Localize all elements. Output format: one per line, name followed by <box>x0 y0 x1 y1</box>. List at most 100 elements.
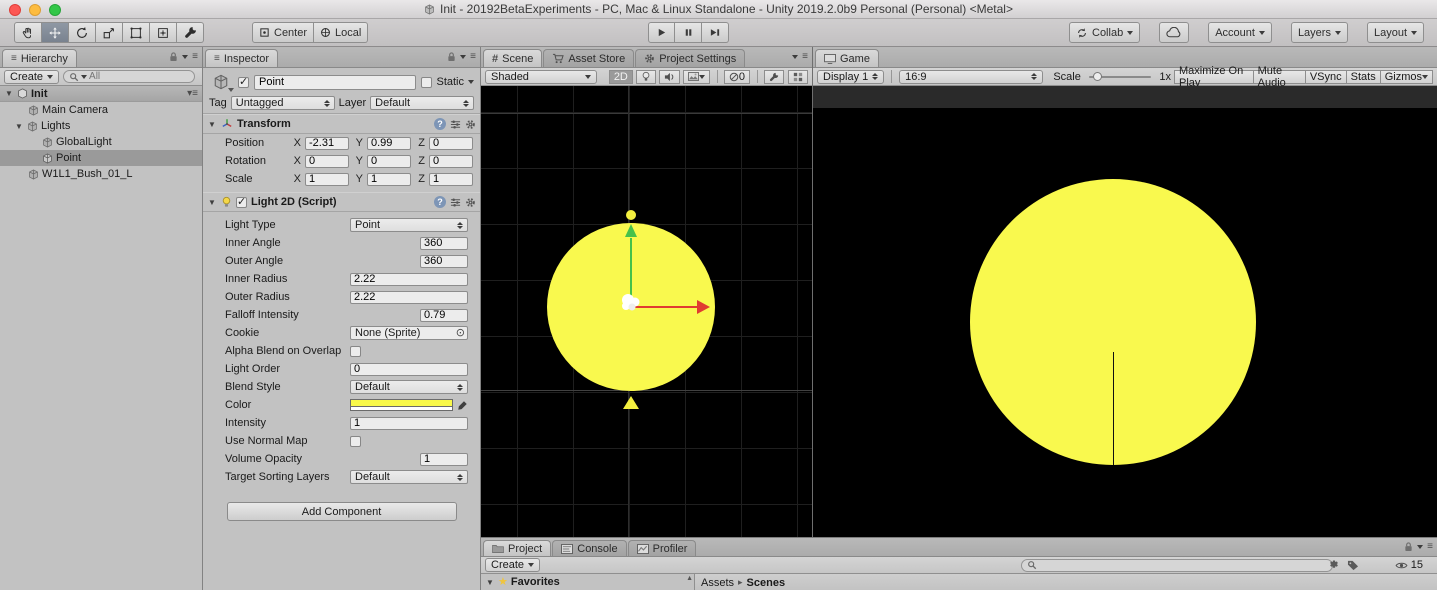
static-checkbox[interactable] <box>421 76 433 88</box>
scene-visibility-toggle[interactable]: 0 <box>723 69 750 84</box>
close-window-button[interactable] <box>9 4 21 16</box>
gear-icon[interactable] <box>465 197 476 208</box>
outer-angle-field[interactable] <box>420 254 468 268</box>
breadcrumb-scenes[interactable]: Scenes <box>747 577 786 589</box>
pivot-center-button[interactable]: Center <box>252 22 315 43</box>
gameobject-icon-large[interactable] <box>209 72 234 92</box>
hand-tool-button[interactable] <box>14 22 42 43</box>
light-outer-radius-handle[interactable] <box>623 396 639 409</box>
hierarchy-item-point[interactable]: Point <box>0 150 202 166</box>
lock-icon[interactable] <box>169 52 178 62</box>
static-dropdown[interactable]: Static <box>421 76 474 88</box>
rect-tool-button[interactable] <box>123 22 150 43</box>
favorites-row[interactable]: ▼ ★ Favorites <box>481 574 694 590</box>
cloud-button[interactable] <box>1159 22 1190 43</box>
lock-icon[interactable] <box>447 52 456 62</box>
cookie-object-field[interactable]: None (Sprite) ⊙ <box>350 326 468 340</box>
volume-opacity-field[interactable] <box>420 452 468 466</box>
minimize-window-button[interactable] <box>29 4 41 16</box>
mute-audio-button[interactable]: Mute Audio <box>1252 65 1306 89</box>
aspect-ratio-dropdown[interactable]: 16:9 <box>899 69 1044 84</box>
transform-foldout-icon[interactable]: ▼ <box>207 120 217 129</box>
use-normal-map-checkbox[interactable] <box>350 435 361 447</box>
position-z-field[interactable] <box>429 136 473 150</box>
scene-audio-toggle[interactable] <box>658 69 680 84</box>
outer-radius-field[interactable] <box>350 290 468 304</box>
2d-toggle-button[interactable]: 2D <box>608 69 633 84</box>
tab-scene[interactable]: # Scene <box>483 49 543 67</box>
scene-viewport[interactable] <box>481 86 812 537</box>
transform-tool-button[interactable] <box>150 22 177 43</box>
layout-dropdown[interactable]: Layout <box>1366 22 1424 43</box>
help-icon[interactable]: ? <box>434 118 446 130</box>
light-radius-handle[interactable] <box>626 210 636 220</box>
search-by-label-icon[interactable] <box>1347 560 1359 571</box>
favorites-foldout-icon[interactable]: ▼ <box>485 578 495 587</box>
display-dropdown[interactable]: Display 1 <box>817 69 885 84</box>
alpha-blend-checkbox[interactable] <box>350 345 361 357</box>
light-gizmo-sprite-icon[interactable] <box>618 291 644 315</box>
gear-icon[interactable] <box>465 119 476 130</box>
move-gizmo-y-arrow-icon[interactable] <box>625 224 637 237</box>
scene-gizmos-button[interactable] <box>788 69 808 84</box>
hidden-packages-toggle[interactable]: 15 <box>1395 559 1423 571</box>
pivot-local-button[interactable]: Local <box>314 22 369 43</box>
panel-menu-icon[interactable]: ≡ <box>802 52 808 62</box>
hierarchy-create-button[interactable]: Create <box>4 69 60 84</box>
object-picker-icon[interactable]: ⊙ <box>456 327 465 339</box>
light2d-header[interactable]: ▼ Light 2D (Script) ? <box>203 192 480 212</box>
light-order-field[interactable] <box>350 362 468 376</box>
hierarchy-search-input[interactable] <box>89 71 189 82</box>
tab-console[interactable]: Console <box>552 540 627 556</box>
panel-menu-caret-icon[interactable] <box>460 55 467 59</box>
lock-icon[interactable] <box>1404 542 1413 552</box>
intensity-field[interactable] <box>350 416 468 430</box>
move-gizmo-x-arrow-icon[interactable] <box>697 300 710 314</box>
add-component-button[interactable]: Add Component <box>226 502 457 521</box>
tab-inspector[interactable]: ≡ Inspector <box>205 49 279 67</box>
scene-lighting-toggle[interactable] <box>635 69 656 84</box>
scroll-up-arrow[interactable]: ▲ <box>686 575 693 582</box>
scale-tool-button[interactable] <box>96 22 123 43</box>
tab-asset-store[interactable]: Asset Store <box>543 49 635 67</box>
layers-dropdown[interactable]: Layers <box>1290 22 1348 43</box>
vsync-button[interactable]: VSync <box>1304 69 1347 84</box>
rotation-y-field[interactable] <box>367 154 411 168</box>
move-tool-button[interactable] <box>42 22 69 43</box>
scale-y-field[interactable] <box>367 172 411 186</box>
tag-dropdown[interactable]: Untagged <box>230 96 335 110</box>
gameobject-name-field[interactable] <box>254 74 417 90</box>
collab-dropdown[interactable]: Collab <box>1069 22 1141 43</box>
preset-icon[interactable] <box>450 119 461 130</box>
pause-button[interactable] <box>675 22 702 43</box>
position-x-field[interactable] <box>305 136 349 150</box>
lights-foldout-icon[interactable]: ▼ <box>14 122 24 131</box>
eyedropper-icon[interactable] <box>457 400 468 411</box>
hierarchy-item-main-camera[interactable]: Main Camera <box>0 102 202 118</box>
layer-dropdown[interactable]: Default <box>370 96 474 110</box>
project-search-input[interactable] <box>1039 559 1327 571</box>
breadcrumb-assets[interactable]: Assets <box>701 577 734 589</box>
tab-game[interactable]: Game <box>815 49 879 67</box>
hierarchy-item-lights[interactable]: ▼ Lights <box>0 118 202 134</box>
active-checkbox[interactable] <box>238 75 249 88</box>
maximize-on-play-button[interactable]: Maximize On Play <box>1174 65 1254 89</box>
light2d-foldout-icon[interactable]: ▼ <box>207 198 217 207</box>
rotation-x-field[interactable] <box>305 154 349 168</box>
panel-menu-caret-icon[interactable] <box>792 55 799 59</box>
rotate-tool-button[interactable] <box>69 22 96 43</box>
blend-style-dropdown[interactable]: Default <box>350 380 468 394</box>
rotation-z-field[interactable] <box>429 154 473 168</box>
help-icon[interactable]: ? <box>434 196 446 208</box>
account-dropdown[interactable]: Account <box>1208 22 1272 43</box>
scene-foldout-icon[interactable]: ▼ <box>4 89 14 98</box>
panel-menu-icon[interactable]: ≡ <box>1427 542 1433 552</box>
tab-project[interactable]: Project <box>483 540 552 556</box>
tab-project-settings[interactable]: Project Settings <box>635 49 746 67</box>
step-button[interactable] <box>702 22 729 43</box>
gizmos-dropdown[interactable]: Gizmos <box>1379 69 1433 84</box>
color-swatch[interactable] <box>350 399 453 411</box>
hierarchy-search[interactable] <box>63 70 195 83</box>
scale-z-field[interactable] <box>429 172 473 186</box>
tab-profiler[interactable]: Profiler <box>627 540 697 556</box>
